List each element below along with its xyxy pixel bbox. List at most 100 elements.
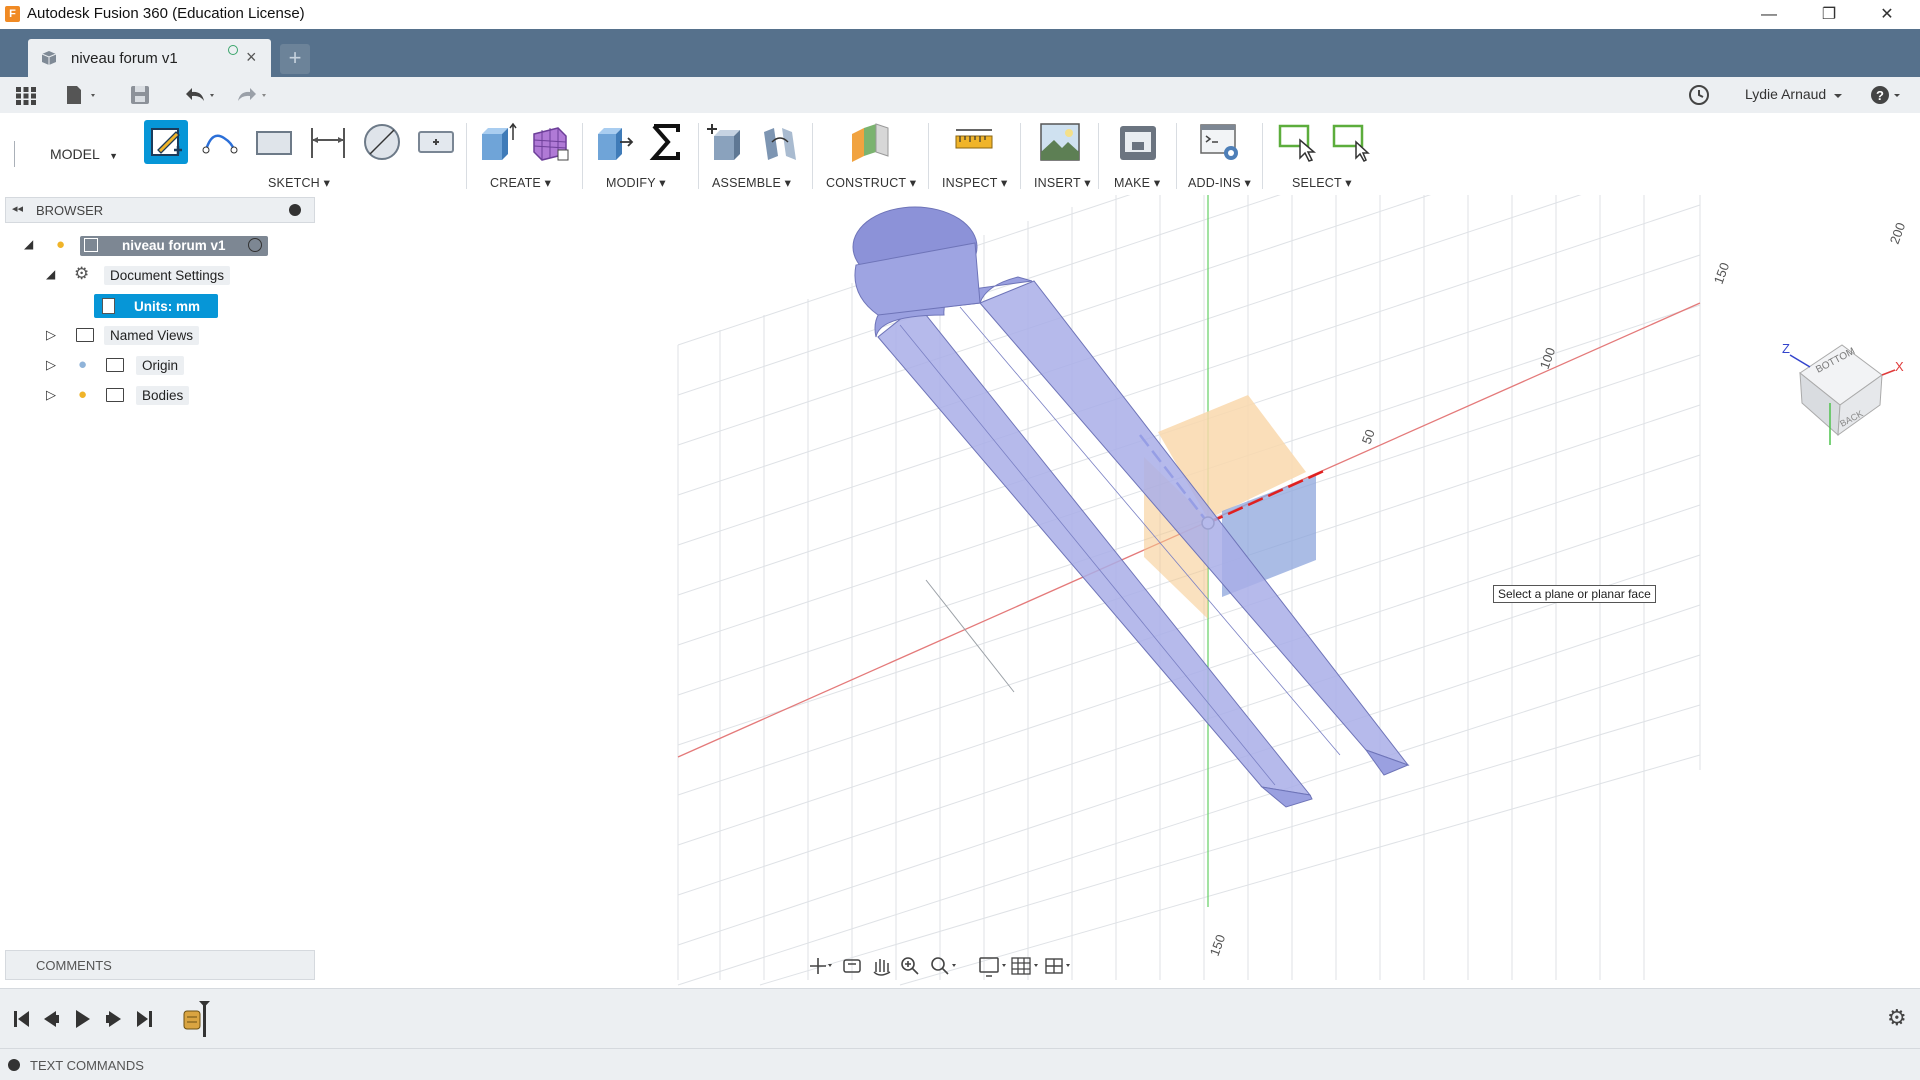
- go-to-start-icon[interactable]: [14, 1011, 29, 1027]
- toolbar-separator: [1176, 123, 1177, 189]
- save-icon[interactable]: [128, 82, 152, 108]
- visibility-bulb-icon[interactable]: ●: [56, 236, 65, 253]
- press-pull-icon[interactable]: [590, 120, 634, 164]
- comments-panel[interactable]: COMMENTS: [5, 950, 315, 980]
- insert-group-label[interactable]: INSERT ▾: [1034, 175, 1091, 190]
- circle-tool-icon[interactable]: [360, 120, 404, 164]
- text-box-tool-icon[interactable]: [414, 120, 458, 164]
- joint-icon[interactable]: [758, 120, 802, 164]
- tree-root[interactable]: ◢ ● niveau forum v1: [24, 234, 274, 258]
- step-forward-icon[interactable]: [106, 1011, 121, 1027]
- tree-root-label: niveau forum v1: [122, 238, 226, 253]
- construct-group-label[interactable]: CONSTRUCT ▾: [826, 175, 916, 190]
- line-tool-icon[interactable]: [198, 120, 242, 164]
- expand-arrow-icon[interactable]: ▷: [46, 387, 56, 403]
- text-commands-panel[interactable]: TEXT COMMANDS: [0, 1048, 1920, 1080]
- tree-item-document-settings[interactable]: ◢ ⚙ Document Settings: [46, 264, 256, 288]
- view-cube: BOTTOM BACK Z X: [1782, 341, 1904, 445]
- 3d-print-icon[interactable]: [1116, 120, 1160, 164]
- timeline-feature-icon[interactable]: [183, 1001, 210, 1037]
- undo-icon[interactable]: [180, 82, 220, 108]
- data-panel-grid-icon[interactable]: [14, 82, 38, 108]
- comments-label: COMMENTS: [36, 958, 112, 973]
- tree-item-bodies[interactable]: ▷ ● Bodies: [46, 384, 206, 408]
- display-settings-icon[interactable]: [979, 957, 1006, 977]
- window-select-icon[interactable]: [1276, 120, 1320, 164]
- redo-icon[interactable]: [232, 82, 272, 108]
- look-at-icon[interactable]: [843, 959, 861, 973]
- app-logo-icon: F: [5, 6, 20, 22]
- activate-radio-icon[interactable]: [248, 238, 262, 252]
- tuning-fork-body: [852, 206, 1410, 808]
- navigation-bar: [800, 950, 1120, 982]
- close-window-button[interactable]: ✕: [1858, 0, 1916, 29]
- ribbon-toolbar: MODEL ▼ SKETCH ▾ CREATE ▾ MODIFY ▾ ASSEM…: [0, 113, 1920, 195]
- create-group-label[interactable]: CREATE ▾: [490, 175, 551, 190]
- pin-panel-icon[interactable]: [289, 204, 301, 216]
- modify-group-label[interactable]: MODIFY ▾: [606, 175, 666, 190]
- toolbar-separator: [466, 123, 467, 189]
- job-status-clock-icon[interactable]: [1686, 82, 1712, 108]
- expand-arrow-icon[interactable]: ▷: [46, 357, 56, 373]
- selection-filter-icon[interactable]: [1330, 120, 1374, 164]
- user-account-menu[interactable]: Lydie Arnaud: [1745, 86, 1826, 102]
- parameters-sigma-icon[interactable]: [644, 120, 688, 164]
- tree-item-named-views[interactable]: ▷ Named Views: [46, 324, 216, 348]
- visibility-bulb-icon[interactable]: ●: [78, 386, 87, 403]
- make-group-label[interactable]: MAKE ▾: [1114, 175, 1160, 190]
- form-create-icon[interactable]: [528, 120, 572, 164]
- document-tab[interactable]: niveau forum v1 ×: [28, 39, 271, 77]
- offset-plane-icon[interactable]: [848, 120, 892, 164]
- assemble-group-label[interactable]: ASSEMBLE ▾: [712, 175, 791, 190]
- file-menu-icon[interactable]: [64, 82, 100, 108]
- go-to-end-icon[interactable]: [137, 1011, 152, 1027]
- create-sketch-button[interactable]: [144, 120, 188, 164]
- collapse-panel-icon[interactable]: ◂◂: [12, 202, 23, 215]
- expand-arrow-icon[interactable]: ▷: [46, 327, 56, 343]
- title-bar: F Autodesk Fusion 360 (Education License…: [0, 0, 1920, 29]
- pan-hand-icon[interactable]: [873, 959, 891, 976]
- step-back-icon[interactable]: [44, 1011, 59, 1027]
- inspect-group-label[interactable]: INSPECT ▾: [942, 175, 1008, 190]
- tree-item-label: Named Views: [104, 326, 200, 345]
- zoom-icon[interactable]: [901, 957, 919, 975]
- insert-canvas-icon[interactable]: [1038, 120, 1082, 164]
- new-component-icon[interactable]: [704, 120, 748, 164]
- play-icon[interactable]: [76, 1010, 90, 1028]
- tree-item-units[interactable]: Units: mm: [94, 294, 218, 318]
- close-tab-button[interactable]: ×: [246, 47, 257, 68]
- text-commands-toggle-icon[interactable]: [8, 1059, 20, 1071]
- orbit-icon[interactable]: [810, 958, 832, 974]
- axis-label: 200: [1887, 221, 1909, 247]
- expand-triangle-icon[interactable]: ◢: [46, 267, 55, 281]
- workspace-switcher[interactable]: MODEL ▼: [18, 139, 126, 169]
- extrude-icon[interactable]: [474, 120, 518, 164]
- create-sketch-icon: [151, 128, 182, 156]
- minimize-button[interactable]: —: [1740, 0, 1798, 29]
- workspace-label: MODEL: [50, 146, 100, 162]
- axis-label: 150: [1711, 261, 1733, 287]
- browser-title: BROWSER: [36, 203, 104, 218]
- addins-group-label[interactable]: ADD-INS ▾: [1188, 175, 1251, 190]
- new-tab-button[interactable]: +: [280, 44, 310, 74]
- dimension-tool-icon[interactable]: [306, 120, 350, 164]
- help-icon[interactable]: ?: [1866, 82, 1906, 108]
- document-tab-strip: niveau forum v1 × +: [0, 29, 1920, 77]
- browser-panel-header[interactable]: ◂◂ BROWSER: [5, 197, 315, 223]
- axis-label: 50: [1359, 427, 1378, 446]
- z-axis-line: [925, 579, 1015, 693]
- select-group-label[interactable]: SELECT ▾: [1292, 175, 1352, 190]
- viewports-icon[interactable]: [1045, 958, 1070, 974]
- rectangle-tool-icon[interactable]: [252, 120, 296, 164]
- visibility-bulb-icon[interactable]: ●: [78, 356, 87, 373]
- expand-triangle-icon[interactable]: ◢: [24, 237, 33, 251]
- timeline-settings-gear-icon[interactable]: ⚙: [1887, 1005, 1907, 1031]
- sketch-group-label[interactable]: SKETCH ▾: [268, 175, 330, 190]
- measure-icon[interactable]: [952, 120, 996, 164]
- tree-item-origin[interactable]: ▷ ● Origin: [46, 354, 196, 378]
- toolbar-separator: [1098, 123, 1099, 189]
- grid-settings-icon[interactable]: [1011, 957, 1038, 975]
- fit-zoom-window-icon[interactable]: [931, 957, 956, 975]
- scripts-addins-icon[interactable]: [1198, 120, 1242, 164]
- restore-button[interactable]: ❐: [1800, 0, 1858, 29]
